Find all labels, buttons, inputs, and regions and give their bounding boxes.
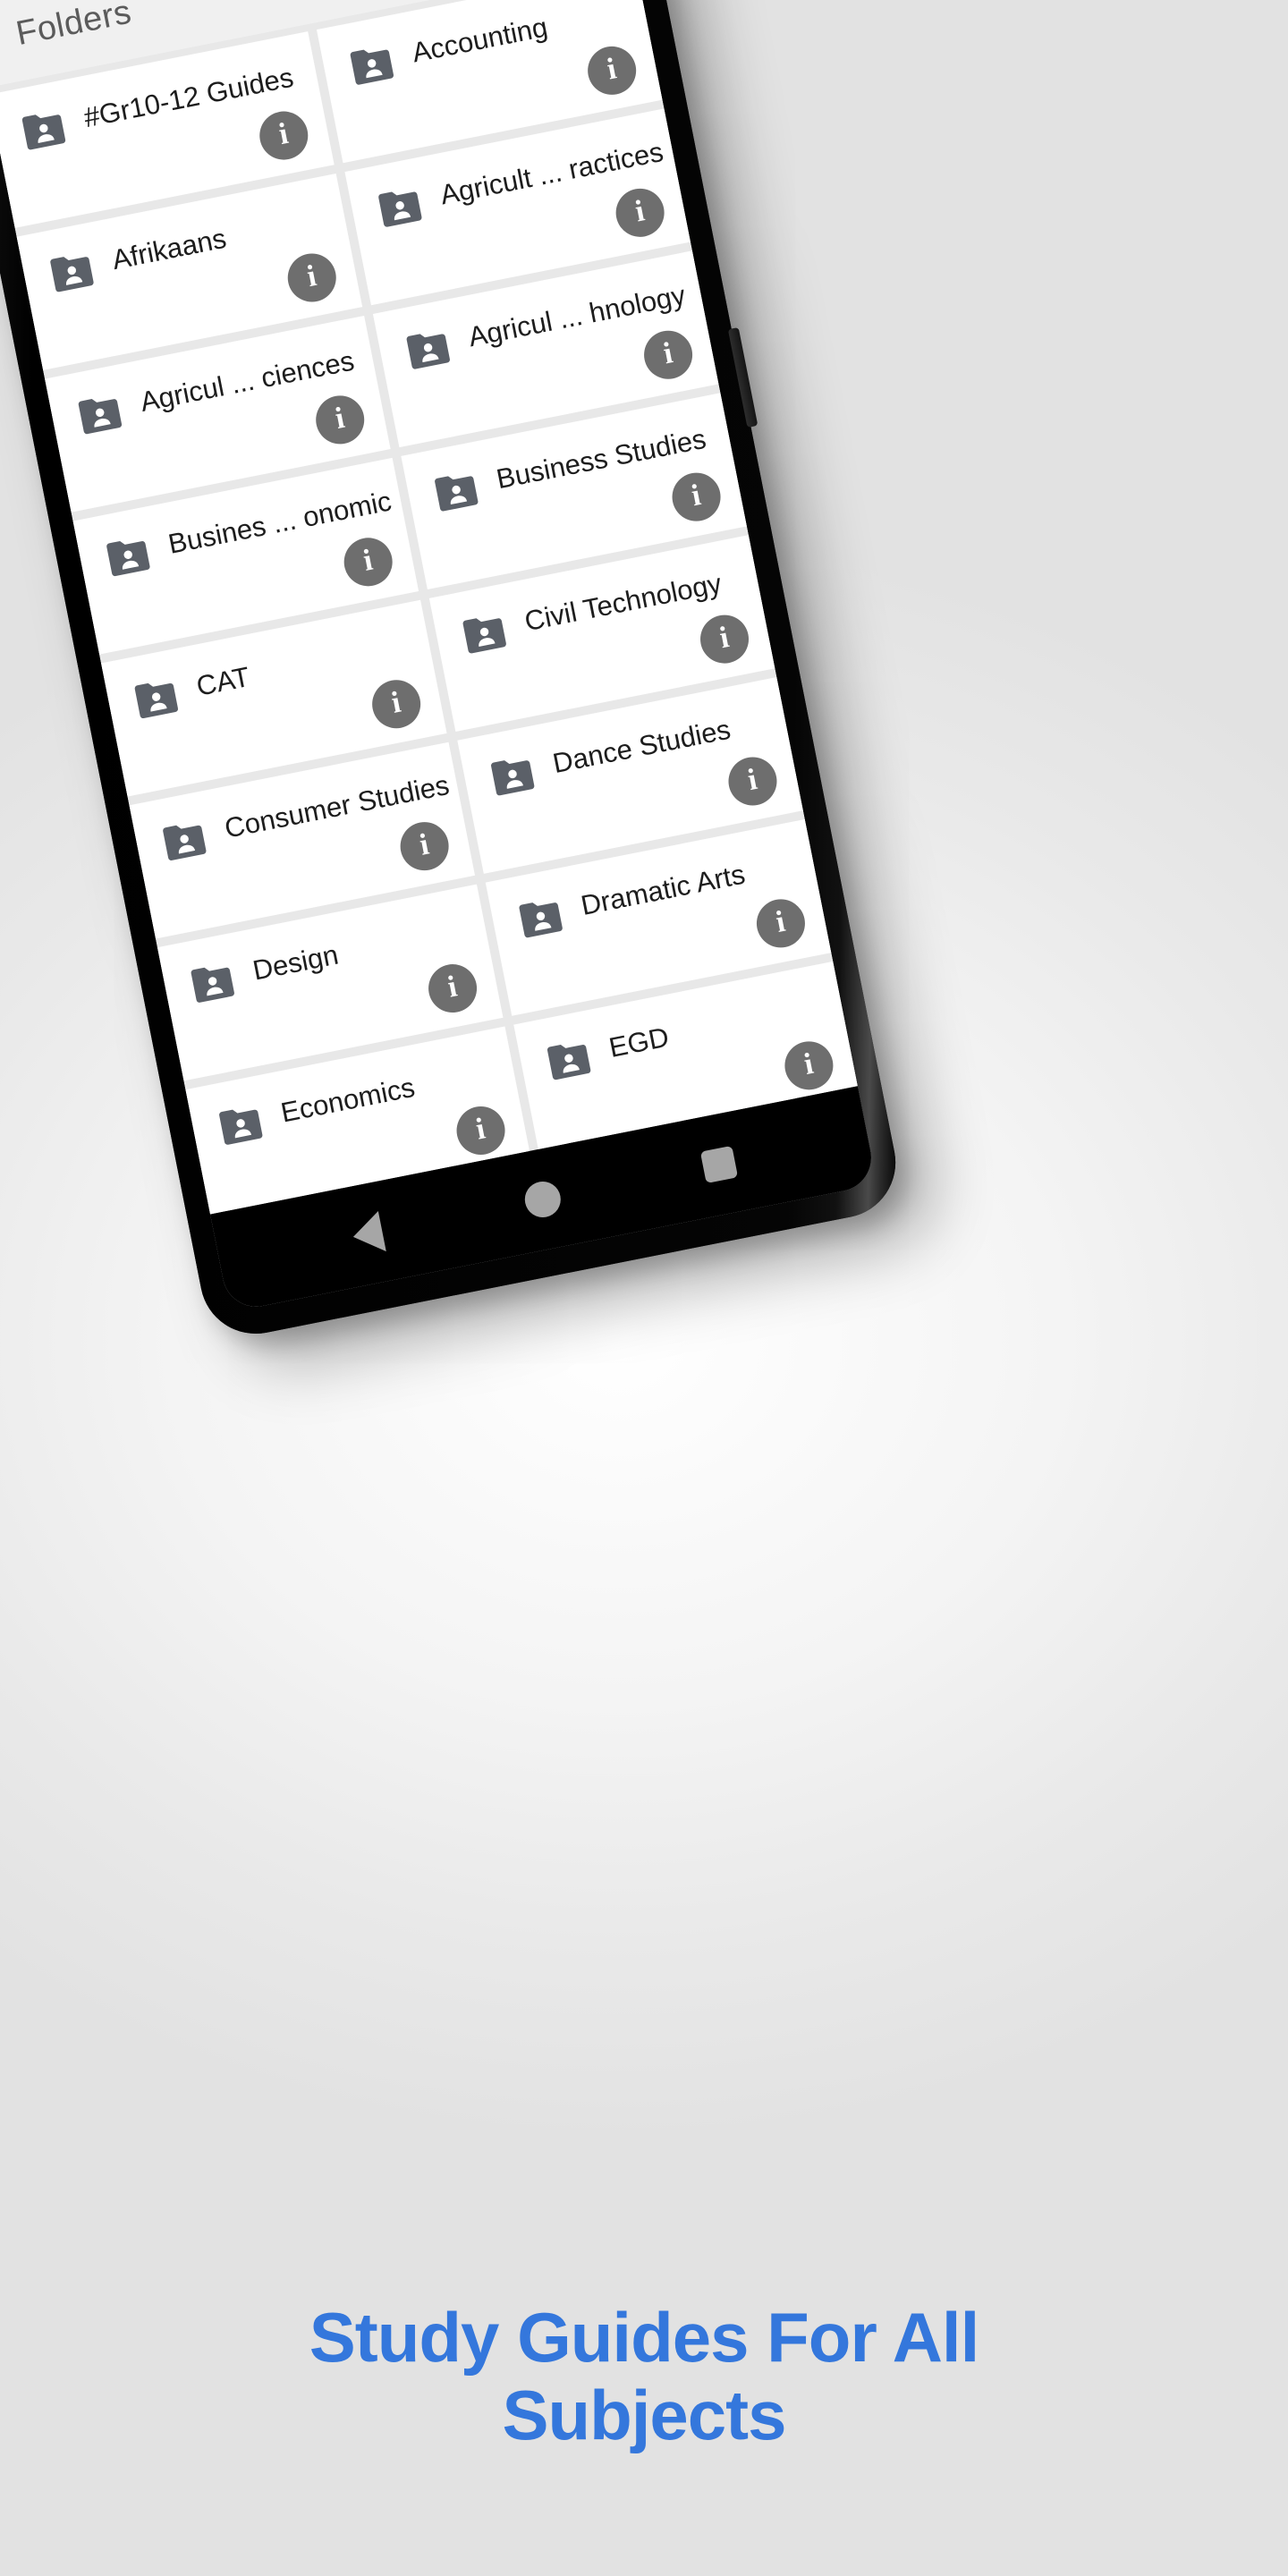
folder-info-button[interactable]: i [311, 391, 369, 449]
folder-info-button[interactable]: i [284, 249, 341, 307]
shared-folder-icon [214, 1102, 269, 1150]
folder-grid: #Gr10-12 Guides i Accounting i Afrikaans i Agr… [0, 0, 858, 1215]
shared-folder-icon [72, 392, 128, 440]
folder-info-button[interactable]: i [424, 960, 481, 1017]
folder-info-button[interactable]: i [255, 106, 313, 165]
folder-info-button[interactable]: i [696, 610, 753, 668]
info-icon-glyph: i [689, 479, 704, 513]
folder-info-button[interactable]: i [452, 1102, 510, 1159]
info-icon-glyph: i [332, 401, 348, 436]
shared-folder-icon [542, 1037, 597, 1085]
info-icon-glyph: i [632, 194, 648, 229]
shared-folder-icon [373, 184, 428, 233]
folder-info-button[interactable]: i [752, 894, 809, 953]
shared-folder-icon [429, 469, 485, 517]
folder-name-label: EGD [606, 1021, 672, 1063]
info-icon-glyph: i [660, 336, 676, 371]
folder-name-label: Dramatic Arts [578, 858, 748, 922]
folder-info-button[interactable]: i [667, 468, 725, 526]
info-icon-glyph: i [604, 52, 620, 87]
shared-folder-icon [344, 42, 400, 90]
app-window: Folders #Gr10-12 Guides i Accounting i A… [0, 0, 877, 1313]
folder-name-label: Civil Technology [521, 567, 724, 638]
info-icon-glyph: i [716, 621, 732, 656]
folder-info-button[interactable]: i [780, 1037, 838, 1095]
info-icon-glyph: i [360, 543, 376, 578]
folder-name-label: Afrikaans [109, 222, 229, 276]
shared-folder-icon [486, 753, 541, 801]
back-triangle-icon[interactable] [348, 1211, 386, 1258]
folder-info-button[interactable]: i [611, 184, 669, 242]
info-icon-glyph: i [388, 685, 404, 720]
shared-folder-icon [513, 895, 569, 944]
folder-name-label: Accounting [409, 11, 550, 69]
shared-folder-icon [157, 818, 213, 866]
info-icon-glyph: i [801, 1046, 817, 1081]
promo-headline: Study Guides For All Subjects [0, 2298, 1288, 2455]
headline-line-2: Subjects [502, 2376, 786, 2455]
folder-info-button[interactable]: i [395, 818, 453, 875]
phone-device: Folders #Gr10-12 Guides i Accounting i A… [0, 0, 905, 1343]
headline-line-1: Study Guides For All [309, 2298, 980, 2377]
info-icon-glyph: i [275, 117, 292, 152]
folder-name-label: Economics [278, 1071, 418, 1129]
info-icon-glyph: i [445, 970, 461, 1004]
shared-folder-icon [129, 675, 184, 724]
screenshot-stage: Folders #Gr10-12 Guides i Accounting i A… [0, 0, 1288, 2576]
folder-info-button[interactable]: i [583, 42, 640, 99]
shared-folder-icon [16, 107, 72, 156]
folder-name-label: Dance Studies [550, 713, 733, 780]
info-icon-glyph: i [417, 827, 432, 862]
phone-screen: Folders #Gr10-12 Guides i Accounting i A… [0, 0, 877, 1313]
info-icon-glyph: i [304, 258, 319, 294]
shared-folder-icon [457, 611, 513, 659]
folder-info-button[interactable]: i [640, 326, 697, 384]
info-icon-glyph: i [473, 1112, 488, 1147]
shared-folder-icon [45, 250, 100, 298]
folder-name-label: Design [250, 938, 342, 987]
recents-square-icon[interactable] [699, 1145, 738, 1184]
folder-info-button[interactable]: i [368, 675, 425, 733]
folder-name-label: CAT [193, 660, 253, 702]
shared-folder-icon [401, 326, 456, 375]
info-icon-glyph: i [773, 904, 788, 940]
shared-folder-icon [185, 960, 241, 1008]
folder-info-button[interactable]: i [339, 533, 397, 591]
info-icon-glyph: i [744, 762, 760, 798]
shared-folder-icon [101, 533, 157, 581]
folder-info-button[interactable]: i [724, 752, 782, 810]
home-circle-icon[interactable] [521, 1178, 564, 1221]
